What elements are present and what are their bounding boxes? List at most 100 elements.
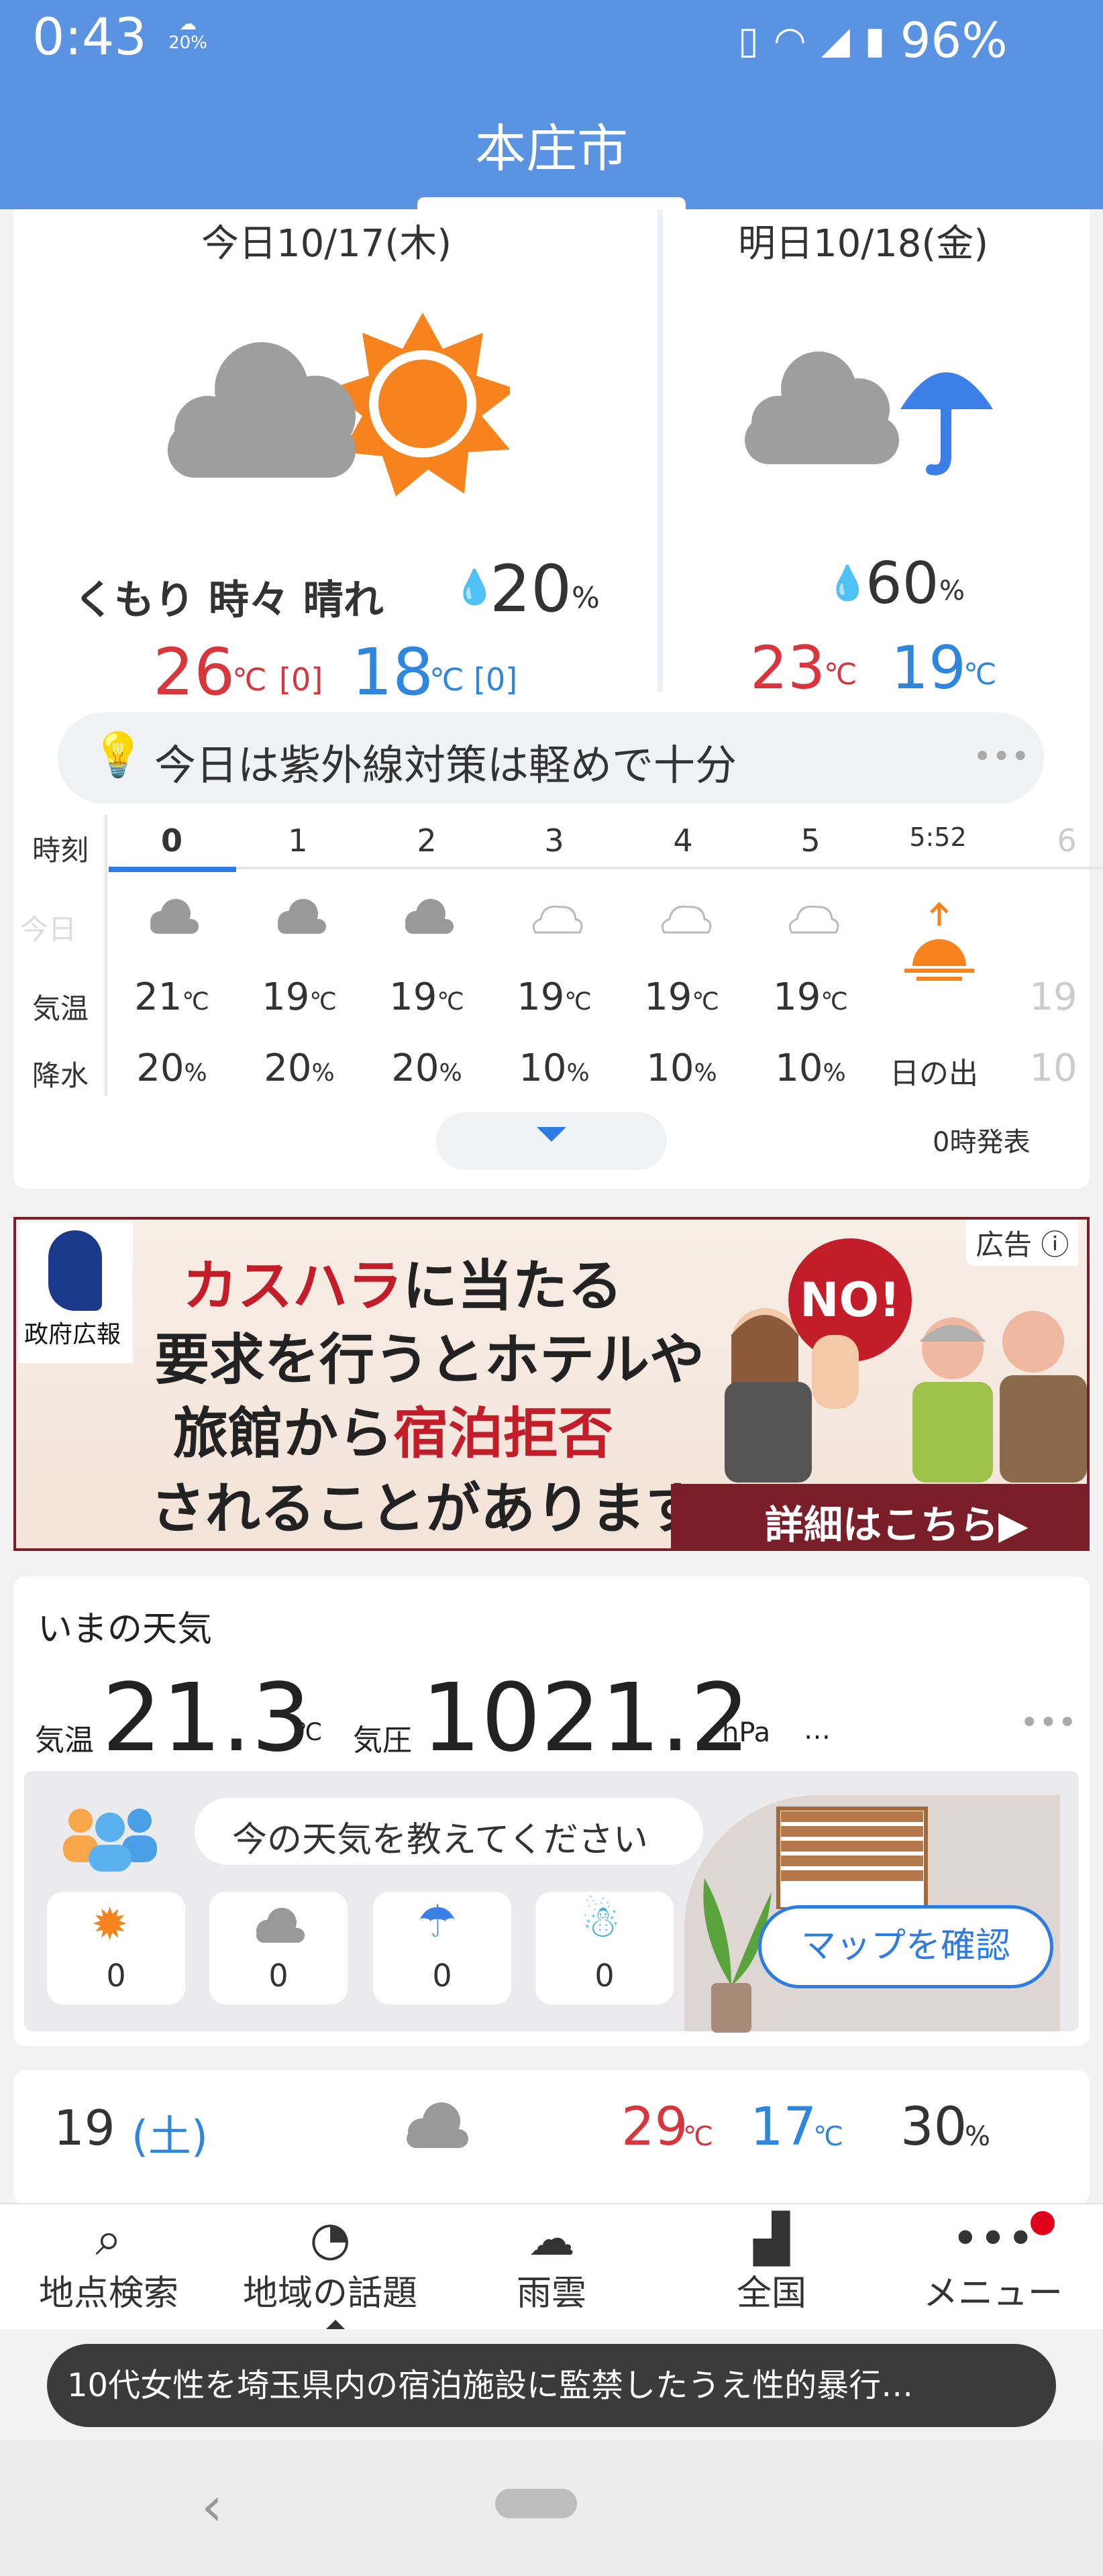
hour-rain: 20% — [264, 1046, 335, 1090]
ad-label[interactable]: 広告 ⓘ — [966, 1220, 1079, 1266]
today-high-diff: [0] — [279, 661, 323, 698]
today-high: 26 — [153, 635, 235, 710]
rss-icon: ◔ — [309, 2211, 351, 2266]
ad-logo-text: 政府広報 — [24, 1321, 121, 1348]
cloudy-icon — [405, 899, 454, 934]
light-cloud-icon — [532, 905, 583, 934]
cloudy-icon — [407, 2102, 468, 2148]
vibrate-icon: ▯ — [738, 18, 759, 62]
light-cloud-icon — [661, 905, 712, 934]
tomorrow-precip: 60 — [865, 550, 939, 617]
ad-illustration — [725, 1308, 1087, 1483]
raindrop-icon: 💧 — [827, 564, 869, 602]
hour-rain: 10% — [775, 1046, 846, 1090]
hour-temp: 21℃ — [134, 975, 209, 1019]
more-icon[interactable]: ••• — [1020, 1704, 1077, 1741]
column-divider — [658, 209, 663, 692]
sunrise-time: 5:52 — [909, 822, 967, 852]
notification-dot — [1031, 2211, 1055, 2235]
nav-menu[interactable]: ••• メニュー — [892, 2211, 1094, 2315]
tomorrow-low-unit: ℃ — [963, 657, 997, 692]
chart-icon: ▟ — [753, 2211, 790, 2266]
more-icon[interactable]: ••• — [973, 738, 1030, 775]
today-condition: くもり 時々 晴れ — [74, 577, 384, 624]
info-icon: ⓘ — [1041, 1228, 1069, 1261]
report-count: 0 — [106, 1957, 126, 1994]
status-weather-icon: ☁ 20% — [168, 14, 207, 53]
daily-low: 17 — [750, 2097, 817, 2157]
search-icon: ⌕ — [95, 2211, 122, 2266]
section-title: いまの天気 — [38, 1609, 213, 1650]
hour-rain: 10 — [1029, 1046, 1078, 1090]
tomorrow-low: 19 — [891, 633, 966, 702]
cloudy-sunny-icon — [168, 313, 510, 496]
nav-nationwide[interactable]: ▟ 全国 — [671, 2211, 872, 2315]
temp-unit: ℃ — [295, 1719, 323, 1746]
hour-temp: 19℃ — [644, 975, 719, 1019]
today-low: 18 — [352, 635, 434, 710]
status-icons: ▯ ◠ ◢ ▮ 96% — [738, 12, 1008, 68]
sunrise-icon — [904, 902, 974, 981]
chevron-down-icon — [537, 1127, 566, 1142]
nav-local-topics[interactable]: ◔ 地域の話題 — [229, 2211, 431, 2315]
ad-cta-button[interactable]: 詳細はこちら▶ — [671, 1484, 1090, 1551]
light-cloud-icon — [788, 905, 839, 934]
row-label-rain: 降水 — [32, 1059, 89, 1092]
rain-cloud-icon: ☁ — [528, 2211, 575, 2266]
daily-weekday: (土) — [132, 2112, 208, 2162]
daily-high-unit: ℃ — [683, 2121, 713, 2152]
hour-rain: 20% — [136, 1046, 207, 1090]
battery-icon: ▮ — [864, 18, 886, 62]
temp-label: 気温 — [35, 1723, 94, 1758]
hourly-scale-line — [109, 867, 1102, 869]
hour-temp: 19℃ — [517, 975, 592, 1019]
snowman-icon: ☃ — [581, 1896, 621, 1947]
hour-label: 6 — [1057, 822, 1077, 859]
cloudy-icon — [150, 899, 199, 934]
today-label: 今日10/17(木) — [201, 222, 452, 266]
hour-rain: 10% — [519, 1046, 590, 1090]
hour-rain: 10% — [646, 1046, 717, 1090]
pressure-label: 気圧 — [353, 1723, 412, 1758]
nav-rain-clouds[interactable]: ☁ 雨雲 — [451, 2211, 652, 2315]
hour-label: 4 — [673, 822, 693, 859]
daily-precip: 30 — [900, 2097, 967, 2157]
daily-high: 29 — [621, 2097, 688, 2157]
signal-icon: ◢ — [821, 18, 850, 62]
cloudy-icon — [256, 1908, 305, 1943]
hour-label: 5 — [800, 822, 821, 859]
hour-temp: 19℃ — [773, 975, 848, 1019]
pressure-unit: hPa — [722, 1717, 771, 1748]
ad-line-red: 宿泊拒否 — [393, 1402, 614, 1466]
nav-search[interactable]: ⌕ 地点検索 — [8, 2211, 209, 2315]
report-count: 0 — [432, 1957, 452, 1994]
issued-time: 0時発表 — [933, 1127, 1031, 1158]
daily-precip-unit: % — [965, 2121, 991, 2152]
hour-label: 2 — [417, 822, 437, 859]
page-title[interactable]: 本庄市 — [0, 107, 1103, 181]
umbrella-icon: ☂ — [417, 1896, 458, 1947]
news-toast[interactable]: 10代女性を埼玉県内の宿泊施設に監禁したうえ性的暴行… — [47, 2344, 1056, 2427]
people-icon — [63, 1809, 157, 1872]
ad-headline-red: カスハラ — [182, 1254, 403, 1318]
hour-label: 0 — [160, 822, 182, 859]
tomorrow-label: 明日10/18(金) — [738, 222, 989, 266]
daily-date: 19 — [54, 2100, 115, 2156]
truncation-ellipsis: … — [804, 1715, 831, 1746]
report-prompt: 今の天気を教えてください — [232, 1820, 648, 1860]
status-time: 0:43 — [32, 7, 147, 66]
map-button[interactable]: マップを確認 — [758, 1905, 1053, 1988]
back-button[interactable]: ‹ — [201, 2475, 223, 2538]
home-button[interactable] — [495, 2489, 577, 2518]
cloudy-icon — [278, 899, 326, 934]
sunrise-label: 日の出 — [890, 1057, 978, 1091]
row-label-temp: 気温 — [32, 992, 89, 1025]
daily-low-unit: ℃ — [813, 2121, 843, 2152]
ad-line: されることがあります。 — [150, 1477, 750, 1541]
lightbulb-icon: 💡 — [91, 731, 145, 780]
title-tab-indicator — [417, 197, 686, 209]
window-blind-illustration — [776, 1807, 928, 1909]
today-low-unit: ℃ — [429, 661, 464, 698]
raindrop-icon: 💧 — [454, 568, 496, 606]
report-count: 0 — [594, 1957, 615, 1994]
